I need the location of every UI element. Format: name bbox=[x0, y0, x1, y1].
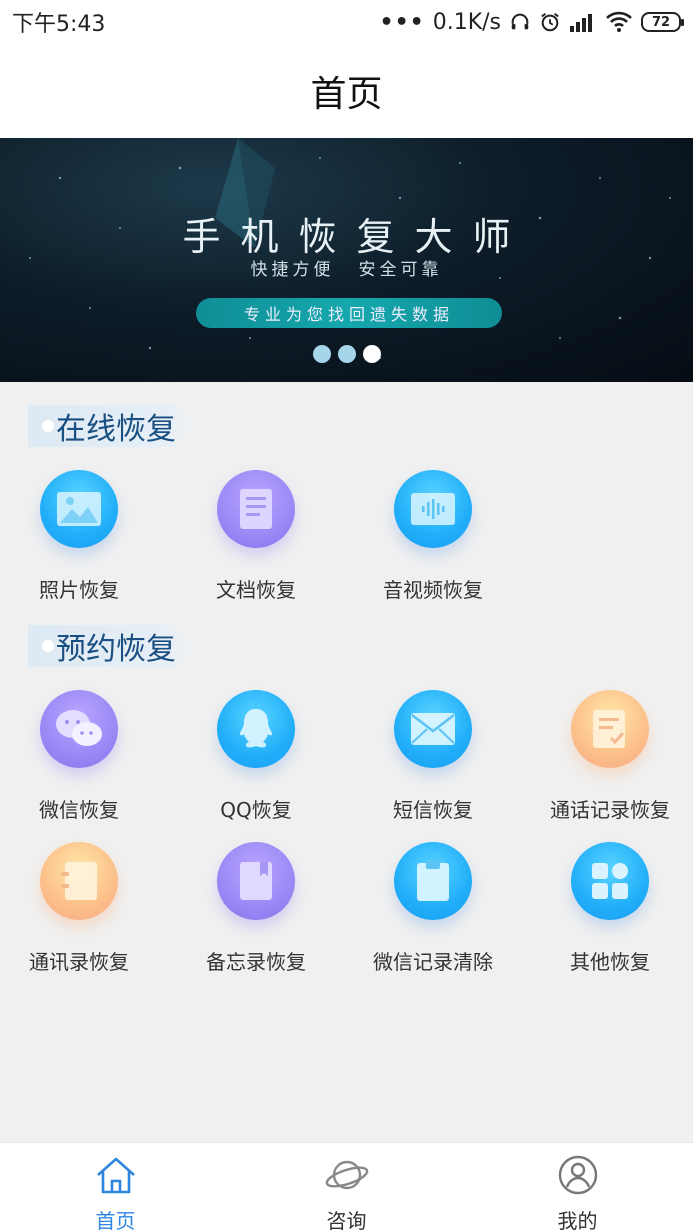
status-icons: ••• 0.1K/s 72 bbox=[379, 9, 684, 35]
banner-pagination bbox=[0, 345, 693, 363]
grid-item-wechat-clear[interactable]: 微信记录清除 bbox=[358, 842, 508, 975]
grid-item-sms[interactable]: 短信恢复 bbox=[358, 690, 508, 823]
banner-title: 手机恢复大师 bbox=[182, 215, 531, 259]
nav-label: 首页 bbox=[95, 1209, 136, 1231]
banner-subtitle-left: 快捷方便 bbox=[250, 260, 335, 280]
grid-item-photo[interactable]: 照片恢复 bbox=[4, 470, 154, 603]
grid-item-memo[interactable]: 备忘录恢复 bbox=[181, 842, 331, 975]
qq-icon bbox=[217, 690, 295, 768]
signal-icon bbox=[569, 12, 597, 32]
grid-item-label: 备忘录恢复 bbox=[206, 950, 306, 974]
banner-dot-1[interactable] bbox=[312, 345, 331, 363]
grid-item-qq[interactable]: QQ恢复 bbox=[181, 690, 331, 823]
banner-pill: 专业为您找回遗失数据 bbox=[196, 298, 502, 328]
grid-item-wechat[interactable]: 微信恢复 bbox=[4, 690, 154, 823]
grid-item-label: 短信恢复 bbox=[393, 798, 473, 822]
audio-video-icon bbox=[394, 470, 472, 548]
bottom-nav: 首页 咨询 我的 bbox=[0, 1142, 693, 1231]
grid-item-label: 照片恢复 bbox=[39, 578, 119, 602]
contacts-icon bbox=[40, 842, 118, 920]
photo-icon bbox=[40, 470, 118, 548]
memo-icon bbox=[217, 842, 295, 920]
grid-item-label: 微信记录清除 bbox=[373, 950, 493, 974]
grid-item-label: 其他恢复 bbox=[570, 950, 650, 974]
status-bar: 下午5:43 ••• 0.1K/s 72 bbox=[0, 0, 693, 44]
grid-item-document[interactable]: 文档恢复 bbox=[181, 470, 331, 603]
battery-icon: 72 bbox=[641, 12, 684, 32]
page-title: 首页 bbox=[310, 74, 383, 115]
nav-label: 我的 bbox=[557, 1209, 598, 1231]
network-speed: 0.1K/s bbox=[432, 9, 501, 35]
grid-item-contacts[interactable]: 通讯录恢复 bbox=[4, 842, 154, 975]
grid-item-label: 通讯录恢复 bbox=[29, 950, 129, 974]
banner-dot-3[interactable] bbox=[362, 345, 381, 363]
nav-label: 咨询 bbox=[326, 1209, 367, 1231]
wechat-icon bbox=[40, 690, 118, 768]
app-header: 首页 bbox=[0, 44, 693, 138]
grid-item-call-log[interactable]: 通话记录恢复 bbox=[535, 690, 685, 823]
alarm-icon bbox=[539, 11, 561, 33]
other-icon bbox=[571, 842, 649, 920]
wechat-clear-icon bbox=[394, 842, 472, 920]
nav-item-home[interactable]: 首页 bbox=[0, 1143, 231, 1231]
grid-item-other[interactable]: 其他恢复 bbox=[535, 842, 685, 975]
grid-item-label: 音视频恢复 bbox=[383, 578, 483, 602]
wifi-icon bbox=[605, 11, 633, 33]
banner-subtitle-right: 安全可靠 bbox=[358, 260, 443, 280]
promo-banner[interactable]: 手机恢复大师 快捷方便 安全可靠 专业为您找回遗失数据 bbox=[0, 138, 693, 382]
user-icon bbox=[556, 1155, 600, 1199]
call-log-icon bbox=[571, 690, 649, 768]
more-dots: ••• bbox=[379, 9, 425, 35]
grid-item-label: QQ恢复 bbox=[220, 798, 292, 822]
home-icon bbox=[94, 1155, 138, 1199]
grid-item-audio-video[interactable]: 音视频恢复 bbox=[358, 470, 508, 603]
planet-icon bbox=[325, 1155, 369, 1199]
section-title-reserve: 预约恢复 bbox=[28, 625, 196, 667]
document-icon bbox=[217, 470, 295, 548]
grid-item-label: 微信恢复 bbox=[39, 798, 119, 822]
grid-item-label: 文档恢复 bbox=[216, 578, 296, 602]
grid-item-label: 通话记录恢复 bbox=[550, 798, 670, 822]
nav-item-consult[interactable]: 咨询 bbox=[231, 1143, 462, 1231]
sms-icon bbox=[394, 690, 472, 768]
banner-dot-2[interactable] bbox=[337, 345, 356, 363]
banner-subtitle: 快捷方便 安全可靠 bbox=[0, 255, 693, 280]
nav-item-mine[interactable]: 我的 bbox=[462, 1143, 693, 1231]
headset-icon bbox=[509, 11, 531, 33]
status-time: 下午5:43 bbox=[12, 12, 106, 37]
section-title-online: 在线恢复 bbox=[28, 405, 196, 447]
